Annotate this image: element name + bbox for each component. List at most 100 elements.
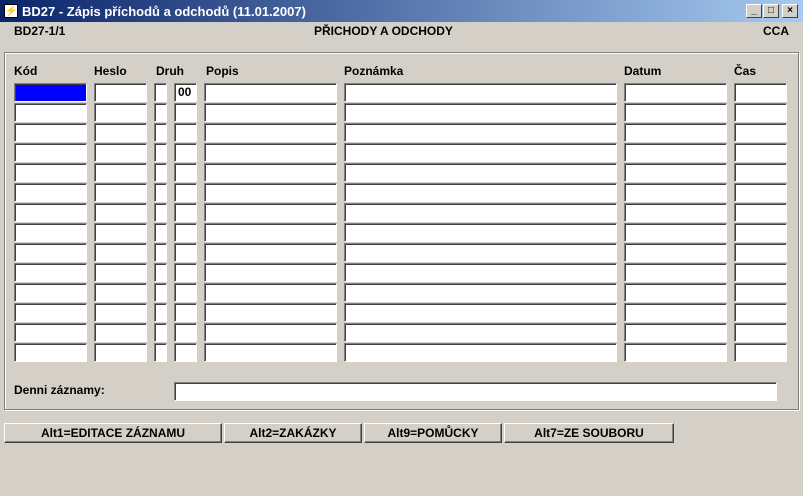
cell-druh-row-3[interactable] xyxy=(174,123,197,142)
cell-popis-row-13[interactable] xyxy=(204,323,337,342)
cell-druh-row-13[interactable] xyxy=(174,323,197,342)
cell-cas-row-3[interactable] xyxy=(734,123,787,142)
cell-popis-row-4[interactable] xyxy=(204,143,337,162)
cell-poznamka-row-13[interactable] xyxy=(344,323,617,342)
cell-datum-row-5[interactable] xyxy=(624,163,727,182)
cell-flag-row-1[interactable] xyxy=(154,83,167,102)
cell-kod-row-3[interactable] xyxy=(14,123,87,142)
cell-heslo-row-14[interactable] xyxy=(94,343,147,362)
cell-kod-row-5[interactable] xyxy=(14,163,87,182)
cell-popis-row-1[interactable] xyxy=(204,83,337,102)
cell-datum-row-14[interactable] xyxy=(624,343,727,362)
cell-druh-row-11[interactable] xyxy=(174,283,197,302)
cell-flag-row-8[interactable] xyxy=(154,223,167,242)
cell-cas-row-8[interactable] xyxy=(734,223,787,242)
cell-popis-row-6[interactable] xyxy=(204,183,337,202)
cell-flag-row-2[interactable] xyxy=(154,103,167,122)
cell-datum-row-12[interactable] xyxy=(624,303,727,322)
cell-heslo-row-4[interactable] xyxy=(94,143,147,162)
cell-flag-row-14[interactable] xyxy=(154,343,167,362)
cell-datum-row-1[interactable] xyxy=(624,83,727,102)
cell-flag-row-9[interactable] xyxy=(154,243,167,262)
cell-popis-row-12[interactable] xyxy=(204,303,337,322)
cell-heslo-row-12[interactable] xyxy=(94,303,147,322)
cell-kod-row-13[interactable] xyxy=(14,323,87,342)
cell-cas-row-4[interactable] xyxy=(734,143,787,162)
cell-heslo-row-9[interactable] xyxy=(94,243,147,262)
app-icon[interactable]: ⚡ xyxy=(4,4,18,18)
cell-kod-row-8[interactable] xyxy=(14,223,87,242)
cell-cas-row-12[interactable] xyxy=(734,303,787,322)
cell-datum-row-2[interactable] xyxy=(624,103,727,122)
maximize-button[interactable]: □ xyxy=(763,4,779,18)
cell-datum-row-6[interactable] xyxy=(624,183,727,202)
cell-datum-row-11[interactable] xyxy=(624,283,727,302)
cell-druh-row-6[interactable] xyxy=(174,183,197,202)
cell-kod-row-12[interactable] xyxy=(14,303,87,322)
cell-popis-row-3[interactable] xyxy=(204,123,337,142)
cell-popis-row-11[interactable] xyxy=(204,283,337,302)
cell-druh-row-8[interactable] xyxy=(174,223,197,242)
cell-druh-row-10[interactable] xyxy=(174,263,197,282)
cell-poznamka-row-7[interactable] xyxy=(344,203,617,222)
cell-popis-row-5[interactable] xyxy=(204,163,337,182)
cell-poznamka-row-12[interactable] xyxy=(344,303,617,322)
cell-datum-row-3[interactable] xyxy=(624,123,727,142)
cell-druh-row-4[interactable] xyxy=(174,143,197,162)
cell-flag-row-10[interactable] xyxy=(154,263,167,282)
cell-heslo-row-3[interactable] xyxy=(94,123,147,142)
cell-heslo-row-10[interactable] xyxy=(94,263,147,282)
cell-cas-row-2[interactable] xyxy=(734,103,787,122)
cell-cas-row-7[interactable] xyxy=(734,203,787,222)
cell-poznamka-row-1[interactable] xyxy=(344,83,617,102)
cell-popis-row-2[interactable] xyxy=(204,103,337,122)
cell-kod-row-11[interactable] xyxy=(14,283,87,302)
cell-datum-row-10[interactable] xyxy=(624,263,727,282)
cell-druh-row-14[interactable] xyxy=(174,343,197,362)
cell-flag-row-13[interactable] xyxy=(154,323,167,342)
cell-cas-row-10[interactable] xyxy=(734,263,787,282)
cell-heslo-row-1[interactable] xyxy=(94,83,147,102)
cell-flag-row-12[interactable] xyxy=(154,303,167,322)
cell-flag-row-5[interactable] xyxy=(154,163,167,182)
cell-druh-row-1[interactable]: 00 xyxy=(174,83,197,102)
cell-heslo-row-13[interactable] xyxy=(94,323,147,342)
title-bar[interactable]: ⚡ BD27 - Zápis příchodů a odchodů (11.01… xyxy=(0,0,803,22)
cell-kod-row-4[interactable] xyxy=(14,143,87,162)
minimize-button[interactable]: _ xyxy=(746,4,762,18)
cell-kod-row-10[interactable] xyxy=(14,263,87,282)
cell-cas-row-13[interactable] xyxy=(734,323,787,342)
cell-datum-row-13[interactable] xyxy=(624,323,727,342)
cell-kod-row-2[interactable] xyxy=(14,103,87,122)
cell-poznamka-row-2[interactable] xyxy=(344,103,617,122)
cell-poznamka-row-4[interactable] xyxy=(344,143,617,162)
cell-poznamka-row-6[interactable] xyxy=(344,183,617,202)
cell-flag-row-3[interactable] xyxy=(154,123,167,142)
cell-popis-row-14[interactable] xyxy=(204,343,337,362)
cell-kod-row-7[interactable] xyxy=(14,203,87,222)
cell-druh-row-9[interactable] xyxy=(174,243,197,262)
cell-flag-row-6[interactable] xyxy=(154,183,167,202)
cell-heslo-row-8[interactable] xyxy=(94,223,147,242)
cell-poznamka-row-8[interactable] xyxy=(344,223,617,242)
cell-poznamka-row-14[interactable] xyxy=(344,343,617,362)
close-button[interactable]: × xyxy=(782,4,798,18)
tools-button[interactable]: Alt9=POMŮCKY xyxy=(364,423,502,443)
cell-popis-row-10[interactable] xyxy=(204,263,337,282)
edit-record-button[interactable]: Alt1=EDITACE ZÁZNAMU xyxy=(4,423,222,443)
cell-kod-row-1[interactable] xyxy=(14,83,87,102)
cell-heslo-row-5[interactable] xyxy=(94,163,147,182)
cell-flag-row-7[interactable] xyxy=(154,203,167,222)
cell-druh-row-12[interactable] xyxy=(174,303,197,322)
cell-poznamka-row-10[interactable] xyxy=(344,263,617,282)
cell-druh-row-2[interactable] xyxy=(174,103,197,122)
cell-poznamka-row-3[interactable] xyxy=(344,123,617,142)
cell-popis-row-8[interactable] xyxy=(204,223,337,242)
cell-poznamka-row-5[interactable] xyxy=(344,163,617,182)
cell-druh-row-7[interactable] xyxy=(174,203,197,222)
from-file-button[interactable]: Alt7=ZE SOUBORU xyxy=(504,423,674,443)
cell-kod-row-6[interactable] xyxy=(14,183,87,202)
cell-datum-row-7[interactable] xyxy=(624,203,727,222)
cell-kod-row-9[interactable] xyxy=(14,243,87,262)
orders-button[interactable]: Alt2=ZAKÁZKY xyxy=(224,423,362,443)
